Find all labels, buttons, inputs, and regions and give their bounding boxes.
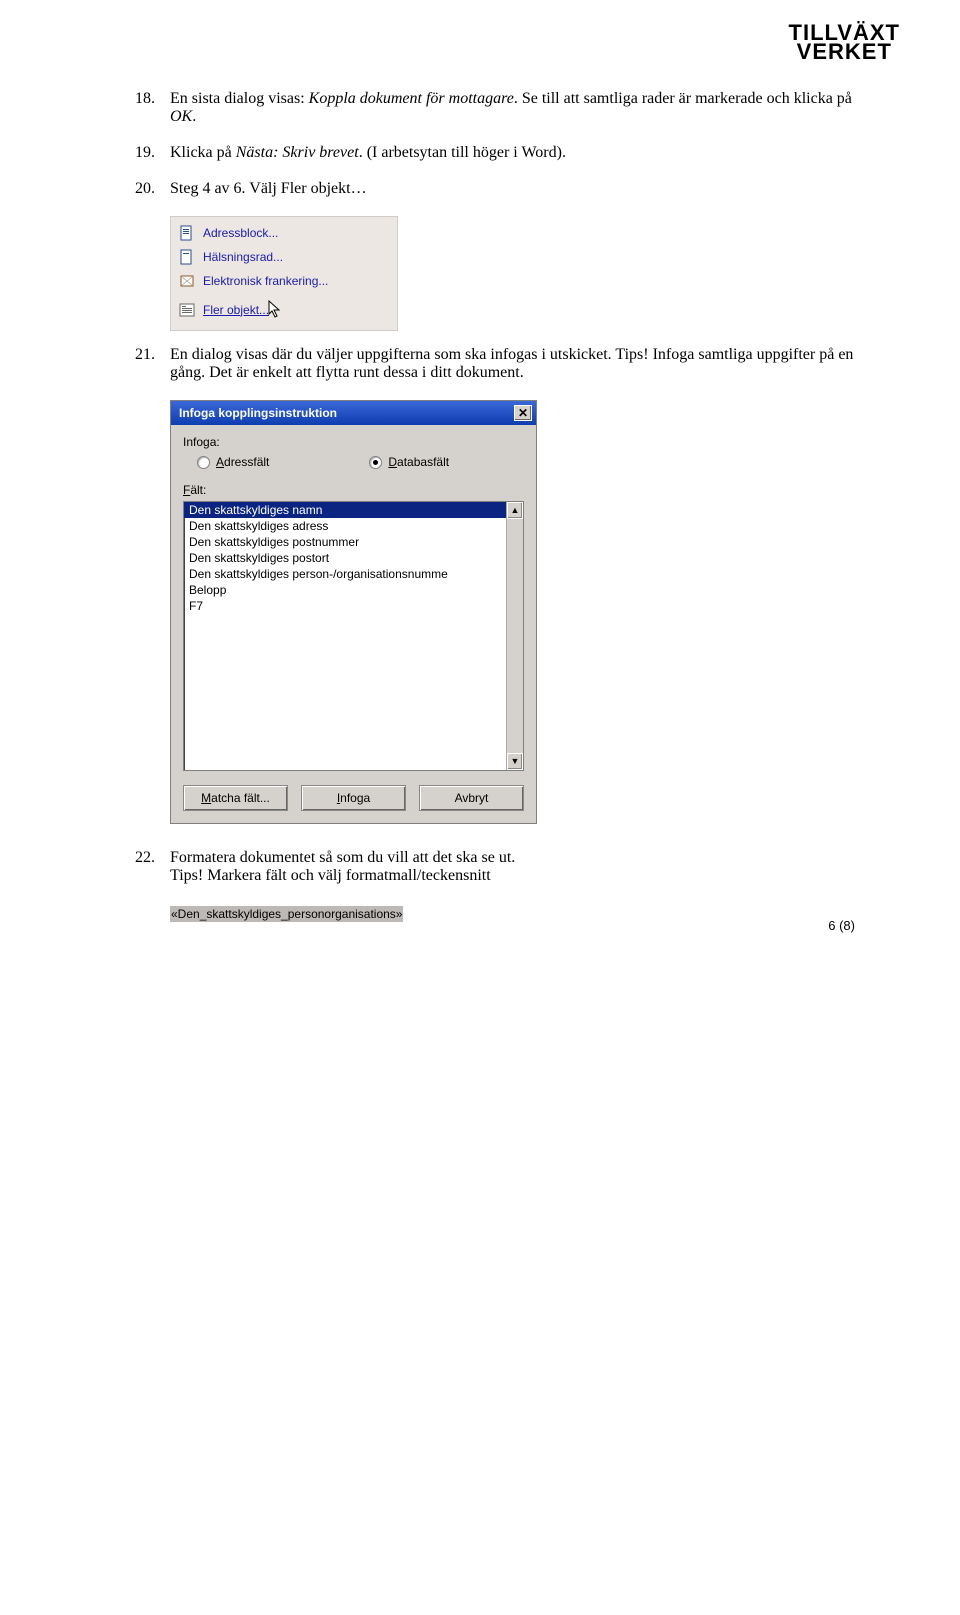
instruction-list-3: 22. Formatera dokumentet så som du vill … <box>135 849 855 885</box>
step-number: 19. <box>135 144 155 162</box>
menu-item-label: Hälsningsrad... <box>203 250 283 264</box>
logo-line-2: VERKET <box>789 43 900 62</box>
step-18: 18. En sista dialog visas: Koppla dokume… <box>135 90 855 126</box>
step-number: 22. <box>135 849 155 867</box>
radio-address-fields[interactable]: Adressfält <box>197 455 269 469</box>
scroll-up-button[interactable]: ▲ <box>507 502 523 519</box>
step-text: Steg 4 av 6. Välj Fler objekt… <box>170 180 367 197</box>
menu-item-addressblock[interactable]: Adressblock... <box>171 221 397 245</box>
menu-item-label: Adressblock... <box>203 226 278 240</box>
radio-group: Adressfält Databasfält <box>197 455 524 469</box>
list-item[interactable]: Den skattskyldiges namn <box>184 502 506 518</box>
list-item[interactable]: F7 <box>184 598 506 614</box>
word-taskpane-menu: Adressblock... Hälsningsrad... Elektroni… <box>170 216 398 331</box>
menu-item-greetingline[interactable]: Hälsningsrad... <box>171 245 397 269</box>
scroll-down-button[interactable]: ▼ <box>507 753 523 770</box>
radio-icon <box>197 456 210 469</box>
close-icon: ✕ <box>518 407 528 419</box>
instruction-list: 18. En sista dialog visas: Koppla dokume… <box>135 90 855 198</box>
step-22: 22. Formatera dokumentet så som du vill … <box>135 849 855 885</box>
list-item[interactable]: Den skattskyldiges person-/organisations… <box>184 566 506 582</box>
document-icon <box>179 225 195 241</box>
step-19: 19. Klicka på Nästa: Skriv brevet. (I ar… <box>135 144 855 162</box>
step-text: Klicka på Nästa: Skriv brevet. (I arbets… <box>170 144 566 161</box>
list-item[interactable]: Den skattskyldiges postnummer <box>184 534 506 550</box>
page-number: 6 (8) <box>828 918 855 933</box>
step-text: En sista dialog visas: Koppla dokument f… <box>170 90 852 125</box>
fields-label: Fält: <box>183 483 524 497</box>
list-item[interactable]: Den skattskyldiges postort <box>184 550 506 566</box>
menu-item-label: Elektronisk frankering... <box>203 274 328 288</box>
cancel-button[interactable]: Avbryt <box>419 785 524 811</box>
step-21: 21. En dialog visas där du väljer uppgif… <box>135 346 855 382</box>
insert-label: Infoga: <box>183 435 524 449</box>
radio-database-fields[interactable]: Databasfält <box>369 455 449 469</box>
radio-label: Databasfält <box>388 455 449 469</box>
chevron-up-icon: ▲ <box>511 506 520 515</box>
step-text: En dialog visas där du väljer uppgiftern… <box>170 346 853 381</box>
insert-button[interactable]: Infoga <box>301 785 406 811</box>
document-icon <box>179 249 195 265</box>
list-item[interactable]: Den skattskyldiges adress <box>184 518 506 534</box>
step-20: 20. Steg 4 av 6. Välj Fler objekt… <box>135 180 855 198</box>
brand-logo: TILLVÄXT VERKET <box>789 24 900 61</box>
dialog-body: Infoga: Adressfält Databasfält Fält: Den… <box>171 425 536 823</box>
match-fields-button[interactable]: Matcha fält... <box>183 785 288 811</box>
radio-icon <box>369 456 382 469</box>
step-text: Formatera dokumentet så som du vill att … <box>170 849 515 884</box>
fields-icon <box>179 302 195 318</box>
stamp-icon <box>179 273 195 289</box>
menu-item-more-fields[interactable]: Fler objekt... <box>171 293 397 326</box>
scrollbar[interactable]: ▲ ▼ <box>506 502 523 770</box>
fields-listbox[interactable]: Den skattskyldiges namn Den skattskyldig… <box>183 501 524 771</box>
instruction-list-2: 21. En dialog visas där du väljer uppgif… <box>135 346 855 382</box>
menu-item-label: Fler objekt... <box>203 303 269 317</box>
radio-label: Adressfält <box>216 455 269 469</box>
list-item[interactable]: Belopp <box>184 582 506 598</box>
mouse-cursor-icon <box>267 299 285 322</box>
close-button[interactable]: ✕ <box>514 405 532 421</box>
merge-field-code: «Den_skattskyldiges_personorganisations» <box>170 906 403 922</box>
dialog-titlebar: Infoga kopplingsinstruktion ✕ <box>171 401 536 425</box>
dialog-button-row: Matcha fält... Infoga Avbryt <box>183 785 524 811</box>
insert-merge-field-dialog: Infoga kopplingsinstruktion ✕ Infoga: Ad… <box>170 400 537 824</box>
dialog-title: Infoga kopplingsinstruktion <box>179 406 337 420</box>
step-number: 21. <box>135 346 155 364</box>
step-number: 18. <box>135 90 155 108</box>
step-number: 20. <box>135 180 155 198</box>
menu-item-epostage[interactable]: Elektronisk frankering... <box>171 269 397 293</box>
listbox-content: Den skattskyldiges namn Den skattskyldig… <box>184 502 506 770</box>
chevron-down-icon: ▼ <box>511 757 520 766</box>
